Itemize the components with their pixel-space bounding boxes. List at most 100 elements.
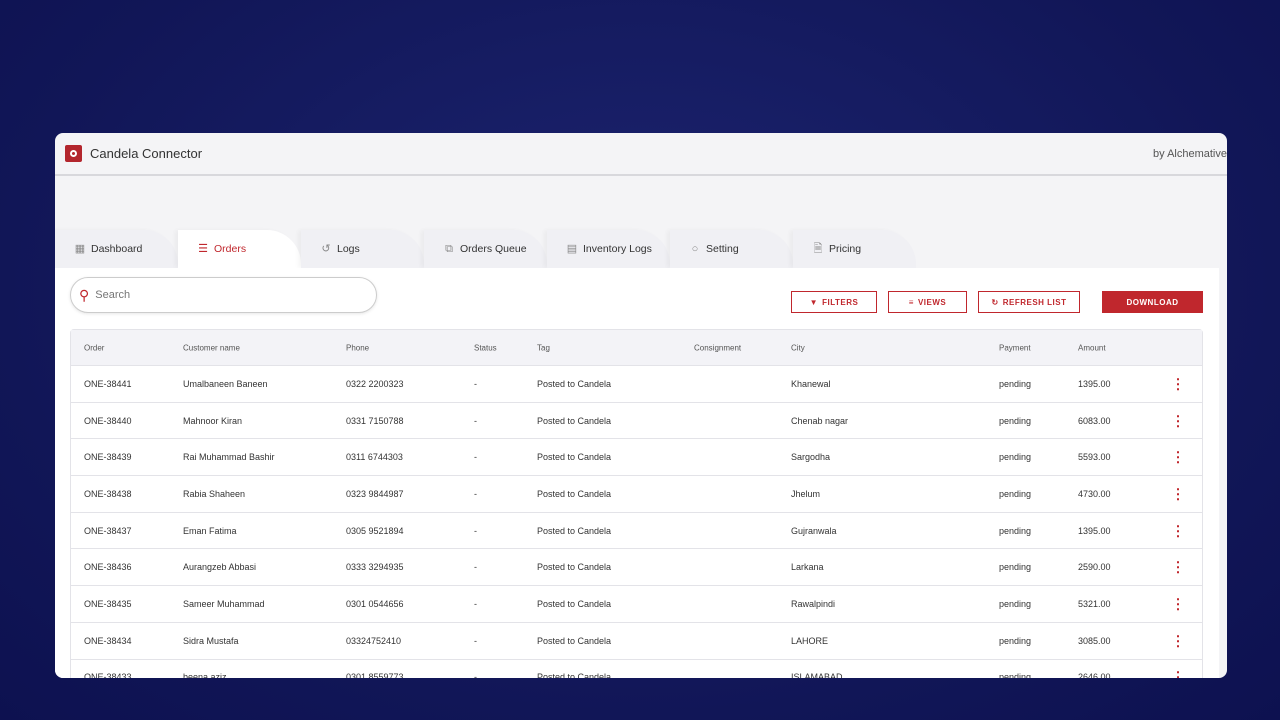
cell-status: - — [474, 415, 477, 426]
cell-status: - — [474, 452, 477, 463]
cell-customer-name: Rabia Shaheen — [183, 488, 246, 499]
cell-tag: Posted to Candela — [537, 488, 612, 499]
queue-icon: ⧉ — [445, 243, 453, 255]
cell-city: Sargodha — [791, 452, 831, 463]
cell-tag: Posted to Candela — [537, 525, 612, 536]
tab-logs[interactable]: ↺ Logs — [301, 230, 424, 268]
cell-order: ONE-38435 — [84, 598, 132, 609]
cell-city: Khanewal — [791, 378, 831, 389]
cell-phone: 0301 0544656 — [346, 598, 404, 609]
grid-icon: ▦ — [74, 243, 86, 255]
app-title: Candela Connector — [90, 146, 203, 161]
more-options-icon[interactable]: ⋮ — [1171, 485, 1185, 502]
cell-phone: 0322 2200323 — [346, 378, 404, 389]
table-row[interactable]: ONE-38436 Aurangzeb Abbasi 0333 3294935 - Po… — [71, 549, 1202, 587]
cell-customer-name: Mahnoor Kiran — [183, 415, 243, 426]
more-options-icon[interactable]: ⋮ — [1171, 449, 1185, 466]
column-header[interactable]: Amount — [1078, 343, 1106, 352]
cell-status: - — [474, 598, 477, 609]
cell-amount: 6083.00 — [1078, 415, 1111, 426]
more-options-icon[interactable]: ⋮ — [1171, 412, 1185, 429]
column-header[interactable]: Payment — [999, 343, 1031, 352]
cell-tag: Posted to Candela — [537, 635, 612, 646]
cell-order: ONE-38437 — [84, 525, 132, 536]
refresh-label: REFRESH LIST — [1002, 297, 1067, 307]
cell-payment: pending — [999, 415, 1032, 426]
search-box[interactable]: ⚲ — [70, 277, 377, 313]
cell-payment: pending — [999, 672, 1032, 678]
views-label: VIEWS — [917, 297, 947, 307]
column-header[interactable]: Phone — [346, 343, 369, 352]
orders-table: Order Customer name Phone Status Tag Consignm… — [70, 329, 1203, 678]
cell-tag: Posted to Candela — [537, 415, 612, 426]
more-options-icon[interactable]: ⋮ — [1171, 522, 1185, 539]
tab-label: Logs — [337, 243, 360, 255]
column-header[interactable]: Tag — [537, 343, 550, 352]
cell-city: Chenab nagar — [791, 415, 849, 426]
tab-label: Inventory Logs — [583, 243, 652, 255]
table-row[interactable]: ONE-38441 Umalbaneen Baneen 0322 2200323 - P… — [71, 366, 1202, 403]
column-header[interactable]: City — [791, 343, 805, 352]
cell-phone: 0323 9844987 — [346, 488, 404, 499]
cell-amount: 1395.00 — [1078, 525, 1111, 536]
column-header[interactable]: Customer name — [183, 343, 240, 352]
cell-payment: pending — [999, 452, 1032, 463]
search-input[interactable] — [95, 289, 346, 301]
tab-label: Dashboard — [91, 243, 143, 255]
table-row[interactable]: ONE-38440 Mahnoor Kiran 0331 7150788 - Poste… — [71, 403, 1202, 440]
document-icon: 🗎 — [813, 243, 823, 255]
tab-inventory-logs[interactable]: ▤ Inventory Logs — [547, 230, 670, 268]
cell-payment: pending — [999, 635, 1032, 646]
cell-amount: 1395.00 — [1078, 378, 1111, 389]
sliders-icon: ≡ — [908, 297, 914, 307]
refresh-icon: ↻ — [991, 297, 999, 307]
download-button[interactable]: DOWNLOAD — [1102, 291, 1203, 313]
cell-customer-name: Umalbaneen Baneen — [183, 378, 268, 389]
more-options-icon[interactable]: ⋮ — [1171, 632, 1185, 649]
table-row[interactable]: ONE-38438 Rabia Shaheen 0323 9844987 - Poste… — [71, 476, 1202, 513]
filters-button[interactable]: ▼ FILTERS — [791, 291, 877, 313]
table-row[interactable]: ONE-38437 Eman Fatima 0305 9521894 - Posted … — [71, 513, 1202, 550]
column-header[interactable]: Order — [84, 343, 104, 352]
cell-status: - — [474, 672, 477, 678]
cell-city: Rawalpindi — [791, 598, 836, 609]
tab-pricing[interactable]: 🗎 Pricing — [793, 230, 916, 268]
tab-setting[interactable]: ○ Setting — [670, 230, 793, 268]
cell-order: ONE-38440 — [84, 415, 132, 426]
cell-order: ONE-38434 — [84, 635, 132, 646]
cell-payment: pending — [999, 562, 1032, 573]
cell-payment: pending — [999, 378, 1032, 389]
app-window: Candela Connector by Alchemative ▦ Dashbo… — [55, 133, 1227, 678]
app-logo-icon — [65, 145, 82, 162]
filters-label: FILTERS — [822, 297, 859, 307]
tab-label: Orders Queue — [460, 243, 527, 255]
table-header: Order Customer name Phone Status Tag Consignm… — [71, 330, 1202, 366]
table-row[interactable]: ONE-38434 Sidra Mustafa 03324752410 - Posted… — [71, 623, 1202, 660]
cell-phone: 03324752410 — [346, 635, 402, 646]
cell-tag: Posted to Candela — [537, 598, 612, 609]
orders-panel: ⚲ ▼FILTERS ≡VIEWS ↻REFRESH LIST DOWNLOAD… — [55, 268, 1219, 678]
tab-orders-queue[interactable]: ⧉ Orders Queue — [424, 230, 547, 268]
views-button[interactable]: ≡ VIEWS — [888, 291, 967, 313]
filter-icon: ▼ — [809, 297, 819, 307]
column-header[interactable]: Consignment — [694, 343, 741, 352]
more-options-icon[interactable]: ⋮ — [1171, 669, 1185, 678]
more-options-icon[interactable]: ⋮ — [1171, 375, 1185, 392]
cell-payment: pending — [999, 525, 1032, 536]
column-header[interactable]: Status — [474, 343, 497, 352]
cell-city: Gujranwala — [791, 525, 837, 536]
table-row[interactable]: ONE-38439 Rai Muhammad Bashir 0311 6744303… — [71, 439, 1202, 477]
table-row[interactable]: ONE-38433 beena aziz 0301 8559773 - Posted t… — [71, 660, 1202, 678]
table-row[interactable]: ONE-38435 Sameer Muhammad 0301 0544656 - Pos… — [71, 586, 1202, 623]
cell-tag: Posted to Candela — [537, 672, 612, 678]
cell-customer-name: Eman Fatima — [183, 525, 237, 536]
refresh-list-button[interactable]: ↻ REFRESH LIST — [978, 291, 1080, 313]
more-options-icon[interactable]: ⋮ — [1171, 595, 1185, 612]
tab-dashboard[interactable]: ▦ Dashboard — [55, 230, 178, 268]
cell-customer-name: beena aziz — [183, 672, 227, 678]
cell-phone: 0333 3294935 — [346, 562, 404, 573]
cell-tag: Posted to Candela — [537, 378, 612, 389]
more-options-icon[interactable]: ⋮ — [1171, 559, 1185, 576]
tab-orders[interactable]: ☰ Orders — [178, 230, 301, 268]
cell-phone: 0305 9521894 — [346, 525, 404, 536]
